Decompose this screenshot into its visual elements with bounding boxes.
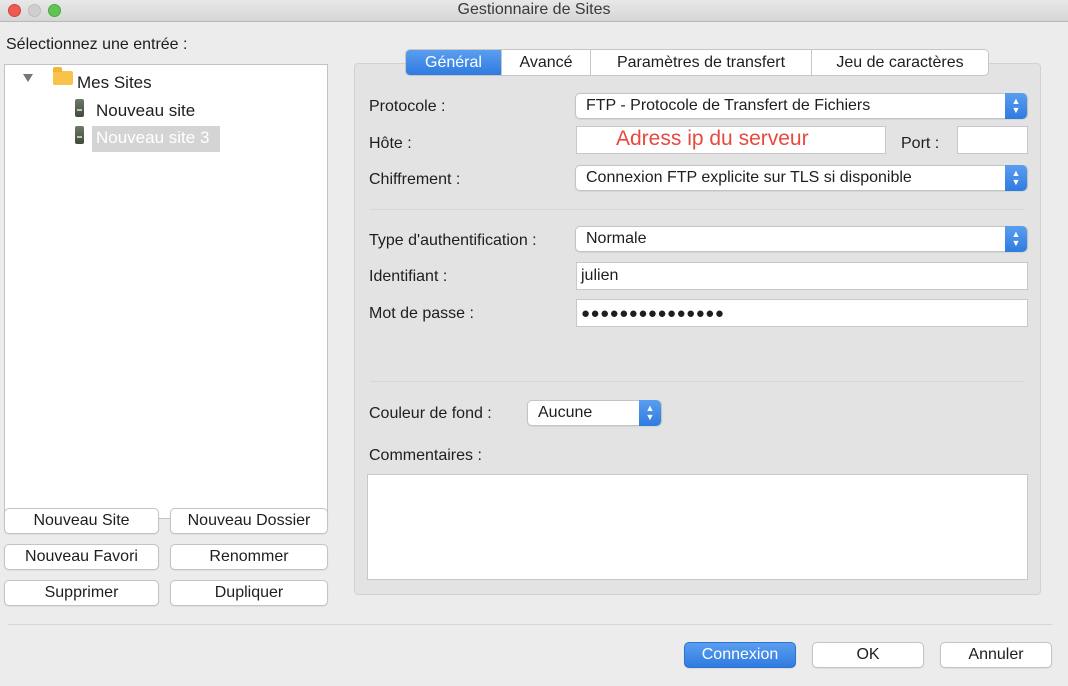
- protocol-value: FTP - Protocole de Transfert de Fichiers: [586, 97, 871, 114]
- server-icon: [75, 126, 84, 144]
- tab-bar: Général Avancé Paramètres de transfert J…: [405, 49, 989, 76]
- bg-color-select[interactable]: Aucune ▲ ▼: [527, 400, 662, 426]
- port-input[interactable]: [957, 126, 1028, 154]
- new-bookmark-button[interactable]: Nouveau Favori: [4, 544, 159, 570]
- tab-advanced[interactable]: Avancé: [502, 50, 591, 75]
- comments-label: Commentaires :: [369, 447, 482, 464]
- connect-button[interactable]: Connexion: [684, 642, 796, 668]
- port-label: Port :: [901, 135, 940, 152]
- divider: [370, 381, 1025, 382]
- folder-icon: [53, 67, 73, 85]
- tree-item-root[interactable]: Mes Sites: [77, 71, 152, 95]
- duplicate-button[interactable]: Dupliquer: [170, 580, 328, 606]
- tree-item-site-selected[interactable]: Nouveau site 3: [96, 126, 209, 150]
- password-label: Mot de passe :: [369, 305, 474, 322]
- rename-button[interactable]: Renommer: [170, 544, 328, 570]
- site-manager-window: Sélectionnez une entrée : Mes Sites Nouv…: [0, 22, 1068, 686]
- chevron-updown-icon: ▲ ▼: [1005, 93, 1027, 119]
- new-site-button[interactable]: Nouveau Site: [4, 508, 159, 534]
- title-bar: Gestionnaire de Sites: [0, 0, 1068, 22]
- ok-button[interactable]: OK: [812, 642, 924, 668]
- tree-header-label: Sélectionnez une entrée :: [6, 36, 188, 53]
- site-tree[interactable]: Mes Sites Nouveau site Nouveau site 3: [4, 64, 328, 519]
- auth-type-value: Normale: [586, 230, 647, 247]
- encryption-value: Connexion FTP explicite sur TLS si dispo…: [586, 169, 912, 186]
- chevron-updown-icon: ▲ ▼: [1005, 165, 1027, 191]
- tree-item-label: Nouveau site: [96, 101, 196, 120]
- tab-transfer-settings[interactable]: Paramètres de transfert: [591, 50, 812, 75]
- divider: [8, 624, 1052, 625]
- tree-item-label: Nouveau site 3: [96, 128, 210, 147]
- tab-charset[interactable]: Jeu de caractères: [812, 50, 988, 75]
- cancel-button[interactable]: Annuler: [940, 642, 1052, 668]
- protocol-select[interactable]: FTP - Protocole de Transfert de Fichiers…: [575, 93, 1028, 119]
- username-label: Identifiant :: [369, 268, 448, 285]
- host-label: Hôte :: [369, 135, 412, 152]
- delete-button[interactable]: Supprimer: [4, 580, 159, 606]
- password-value: ●●●●●●●●●●●●●●●: [581, 304, 725, 322]
- chevron-updown-icon: ▲ ▼: [1005, 226, 1027, 252]
- window-title: Gestionnaire de Sites: [457, 1, 611, 18]
- bg-color-label: Couleur de fond :: [369, 405, 492, 422]
- tab-general[interactable]: Général: [406, 50, 502, 75]
- host-hint-annotation: Adress ip du serveur: [616, 127, 809, 150]
- chevron-updown-icon: ▲ ▼: [639, 400, 661, 426]
- divider: [370, 209, 1025, 210]
- username-input[interactable]: julien: [576, 262, 1028, 290]
- comments-textarea[interactable]: [367, 474, 1028, 580]
- server-icon: [75, 99, 84, 117]
- auth-type-select[interactable]: Normale ▲ ▼: [575, 226, 1028, 252]
- bg-color-value: Aucune: [538, 404, 593, 421]
- auth-type-label: Type d'authentification :: [369, 232, 537, 249]
- encryption-select[interactable]: Connexion FTP explicite sur TLS si dispo…: [575, 165, 1028, 191]
- tree-item-site[interactable]: Nouveau site: [96, 99, 195, 123]
- new-folder-button[interactable]: Nouveau Dossier: [170, 508, 328, 534]
- username-value: julien: [581, 267, 619, 284]
- disclosure-triangle-icon[interactable]: [23, 74, 33, 82]
- tree-item-label: Mes Sites: [77, 73, 152, 92]
- encryption-label: Chiffrement :: [369, 171, 461, 188]
- protocol-label: Protocole :: [369, 98, 446, 115]
- password-input[interactable]: ●●●●●●●●●●●●●●●: [576, 299, 1028, 327]
